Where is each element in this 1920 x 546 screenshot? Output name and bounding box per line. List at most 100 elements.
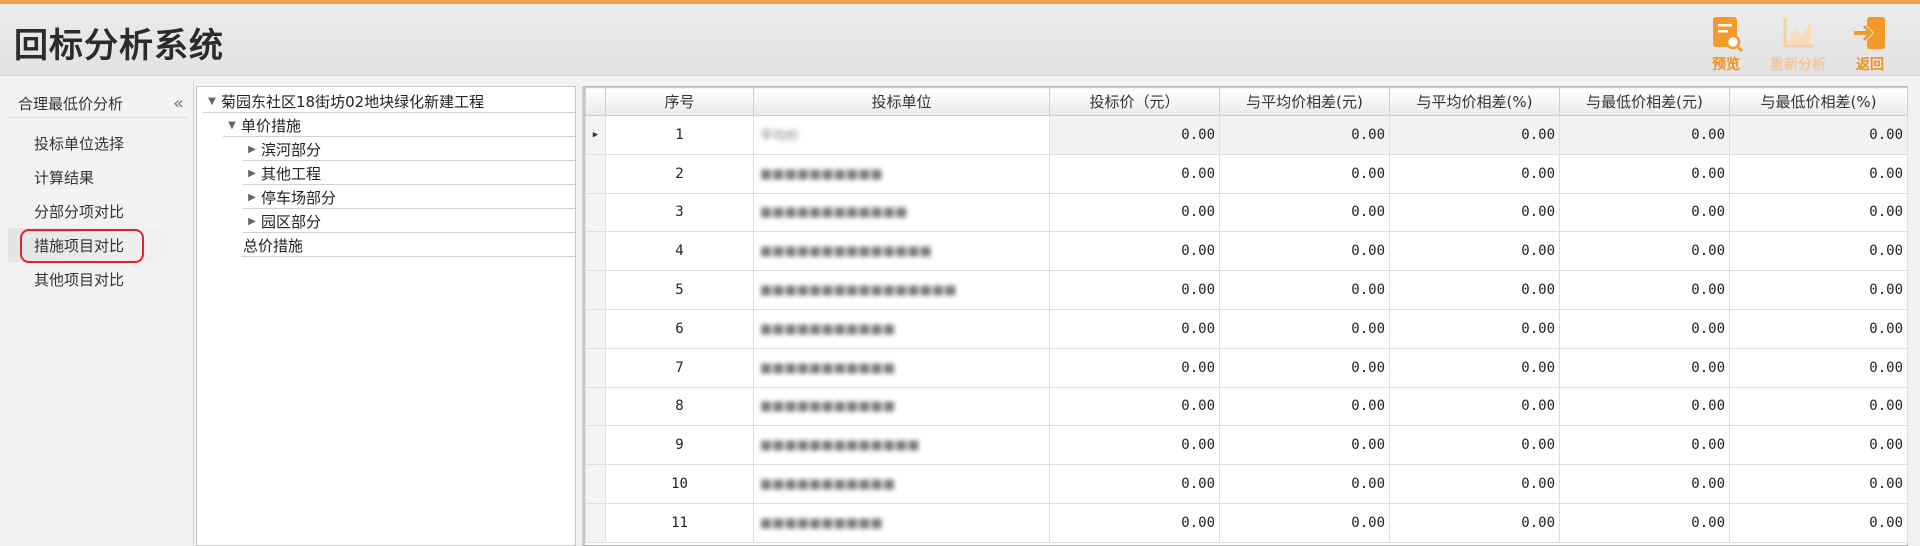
cell-bidder: ■■■■■■■■■■ bbox=[753, 153, 1050, 194]
nav-item-measures-comparison[interactable]: 措施项目对比 bbox=[8, 228, 188, 263]
row-indicator bbox=[585, 270, 606, 310]
tree-node-label: 总价措施 bbox=[243, 236, 304, 255]
column-header-avg-diff-percent[interactable]: 与平均价相差(%) bbox=[1389, 87, 1560, 116]
expand-arrow-icon[interactable]: ▶ bbox=[243, 168, 261, 179]
app-title: 回标分析系统 bbox=[14, 26, 224, 66]
cell-bid-price: 0.00 bbox=[1049, 308, 1220, 349]
back-label: 返回 bbox=[1856, 57, 1884, 73]
cell-min-diff-percent: 0.00 bbox=[1729, 270, 1908, 310]
nav-item-label: 投标单位选择 bbox=[34, 134, 125, 153]
column-header-bid-price[interactable]: 投标价（元） bbox=[1049, 87, 1220, 116]
tree-node-label: 园区部分 bbox=[261, 212, 322, 231]
cell-min-diff-amount: 0.00 bbox=[1559, 347, 1730, 388]
cell-min-diff-percent: 0.00 bbox=[1729, 308, 1908, 349]
nav-item-subitem-comparison[interactable]: 分部分项对比 bbox=[8, 194, 188, 228]
tree-node-label: 单价措施 bbox=[241, 116, 302, 135]
tree-node-unit-measures[interactable]: ▼ 单价措施 bbox=[223, 113, 575, 137]
back-button[interactable]: 返回 bbox=[1842, 14, 1898, 74]
table-row[interactable]: 3 ■■■■■■■■■■■■ 0.00 0.00 0.00 0.00 0.00 bbox=[585, 192, 1908, 233]
tree-node-label: 其他工程 bbox=[261, 164, 322, 183]
table-row[interactable]: 7 ■■■■■■■■■■■ 0.00 0.00 0.00 0.00 0.00 bbox=[585, 347, 1908, 388]
cell-avg-diff-amount: 0.00 bbox=[1219, 308, 1390, 349]
cell-min-diff-amount: 0.00 bbox=[1559, 192, 1730, 233]
table-row[interactable]: 11 ■■■■■■■■■■ 0.00 0.00 0.00 0.00 0.00 bbox=[585, 502, 1908, 543]
table-row[interactable]: 10 ■■■■■■■■■■■ 0.00 0.00 0.00 0.00 0.00 bbox=[585, 464, 1908, 504]
expand-arrow-icon[interactable]: ▶ bbox=[243, 192, 261, 203]
tree-node-child[interactable]: ▶ 停车场部分 bbox=[243, 185, 575, 209]
nav-item-label: 分部分项对比 bbox=[34, 202, 125, 221]
cell-bid-price: 0.00 bbox=[1049, 231, 1220, 272]
collapse-arrow-icon[interactable]: ▼ bbox=[223, 120, 241, 131]
cell-bidder: ■■■■■■■■■■■■■■ bbox=[753, 231, 1050, 272]
project-tree: ▼ 菊园东社区18街坊02地块绿化新建工程 ▼ 单价措施 ▶ 滨河部分 ▶ 其他… bbox=[196, 86, 576, 546]
tree-node-total-measures[interactable]: 总价措施 bbox=[241, 233, 575, 257]
column-header-bidder[interactable]: 投标单位 bbox=[753, 87, 1050, 116]
cell-avg-diff-percent: 0.00 bbox=[1389, 231, 1560, 272]
table-row[interactable]: 8 ■■■■■■■■■■■ 0.00 0.00 0.00 0.00 0.00 bbox=[585, 386, 1908, 427]
nav-item-calculation-result[interactable]: 计算结果 bbox=[8, 160, 188, 194]
cell-bid-price: 0.00 bbox=[1049, 386, 1220, 427]
nav-item-label: 措施项目对比 bbox=[34, 236, 125, 255]
column-header-min-diff-amount[interactable]: 与最低价相差(元) bbox=[1559, 87, 1730, 116]
cell-min-diff-percent: 0.00 bbox=[1729, 386, 1908, 427]
cell-avg-diff-amount: 0.00 bbox=[1219, 502, 1390, 543]
cell-bidder: ■■■■■■■■■■■■■ bbox=[753, 425, 1050, 466]
cell-avg-diff-amount: 0.00 bbox=[1219, 115, 1390, 155]
tree-node-child[interactable]: ▶ 园区部分 bbox=[243, 209, 575, 233]
bidder-name: ■■■■■■■■■■■ bbox=[760, 477, 896, 493]
cell-bid-price: 0.00 bbox=[1049, 192, 1220, 233]
cell-avg-diff-amount: 0.00 bbox=[1219, 386, 1390, 427]
preview-button[interactable]: 预览 bbox=[1698, 14, 1754, 74]
cell-min-diff-amount: 0.00 bbox=[1559, 153, 1730, 194]
table-row[interactable]: 4 ■■■■■■■■■■■■■■ 0.00 0.00 0.00 0.00 0.0… bbox=[585, 231, 1908, 272]
reanalyze-icon bbox=[1783, 18, 1813, 48]
nav-group-header[interactable]: 合理最低价分析 « bbox=[8, 90, 188, 118]
tree-node-root[interactable]: ▼ 菊园东社区18街坊02地块绿化新建工程 bbox=[203, 89, 575, 113]
collapse-icon[interactable]: « bbox=[173, 93, 188, 114]
bidder-name: ■■■■■■■■■■■ bbox=[760, 399, 896, 415]
header-bar: 回标分析系统 预览 重新分析 返回 bbox=[0, 4, 1920, 76]
bidder-name: ■■■■■■■■■■■ bbox=[760, 360, 896, 376]
tree-node-child[interactable]: ▶ 其他工程 bbox=[243, 161, 575, 185]
row-indicator bbox=[585, 464, 606, 504]
row-indicator bbox=[585, 308, 606, 349]
cell-bidder: 平均价 bbox=[753, 115, 1050, 155]
table-row[interactable]: 2 ■■■■■■■■■■ 0.00 0.00 0.00 0.00 0.00 bbox=[585, 153, 1908, 194]
collapse-arrow-icon[interactable]: ▼ bbox=[203, 96, 221, 107]
cell-min-diff-percent: 0.00 bbox=[1729, 115, 1908, 155]
table-row[interactable]: ▶ 1 平均价 0.00 0.00 0.00 0.00 0.00 bbox=[585, 115, 1908, 155]
cell-bidder: ■■■■■■■■■■■ bbox=[753, 464, 1050, 504]
column-header-min-diff-percent[interactable]: 与最低价相差(%) bbox=[1729, 87, 1908, 116]
nav-item-other-comparison[interactable]: 其他项目对比 bbox=[8, 262, 188, 296]
tree-node-child[interactable]: ▶ 滨河部分 bbox=[243, 137, 575, 161]
table-row[interactable]: 5 ■■■■■■■■■■■■■■■■ 0.00 0.00 0.00 0.00 0… bbox=[585, 270, 1908, 310]
exit-icon bbox=[1854, 17, 1885, 49]
cell-avg-diff-percent: 0.00 bbox=[1389, 464, 1560, 504]
cell-avg-diff-percent: 0.00 bbox=[1389, 347, 1560, 388]
table-header-row: 序号 投标单位 投标价（元） 与平均价相差(元) 与平均价相差(%) 与最低价相… bbox=[585, 87, 1908, 116]
cell-bidder: ■■■■■■■■■■ bbox=[753, 502, 1050, 543]
bidder-name: ■■■■■■■■■■■■ bbox=[760, 205, 908, 221]
cell-seq: 7 bbox=[605, 347, 754, 388]
cell-avg-diff-percent: 0.00 bbox=[1389, 308, 1560, 349]
bidder-name: ■■■■■■■■■■■■■■■■ bbox=[760, 283, 957, 299]
toolbar: 预览 重新分析 返回 bbox=[1698, 14, 1898, 74]
column-header-avg-diff-amount[interactable]: 与平均价相差(元) bbox=[1219, 87, 1390, 116]
nav-item-label: 计算结果 bbox=[34, 168, 95, 187]
expand-arrow-icon[interactable]: ▶ bbox=[243, 144, 261, 155]
column-header-seq[interactable]: 序号 bbox=[605, 87, 754, 116]
table-row[interactable]: 6 ■■■■■■■■■■■ 0.00 0.00 0.00 0.00 0.00 bbox=[585, 308, 1908, 349]
cell-avg-diff-percent: 0.00 bbox=[1389, 502, 1560, 543]
cell-min-diff-amount: 0.00 bbox=[1559, 115, 1730, 155]
cell-bid-price: 0.00 bbox=[1049, 347, 1220, 388]
nav-item-bidder-selection[interactable]: 投标单位选择 bbox=[8, 126, 188, 160]
cell-seq: 1 bbox=[605, 115, 754, 155]
cell-min-diff-amount: 0.00 bbox=[1559, 270, 1730, 310]
cell-seq: 2 bbox=[605, 153, 754, 194]
reanalyze-button[interactable]: 重新分析 bbox=[1758, 14, 1838, 74]
cell-bidder: ■■■■■■■■■■■■ bbox=[753, 192, 1050, 233]
cell-avg-diff-percent: 0.00 bbox=[1389, 115, 1560, 155]
expand-arrow-icon[interactable]: ▶ bbox=[243, 216, 261, 227]
table-row[interactable]: 9 ■■■■■■■■■■■■■ 0.00 0.00 0.00 0.00 0.00 bbox=[585, 425, 1908, 466]
cell-min-diff-percent: 0.00 bbox=[1729, 231, 1908, 272]
